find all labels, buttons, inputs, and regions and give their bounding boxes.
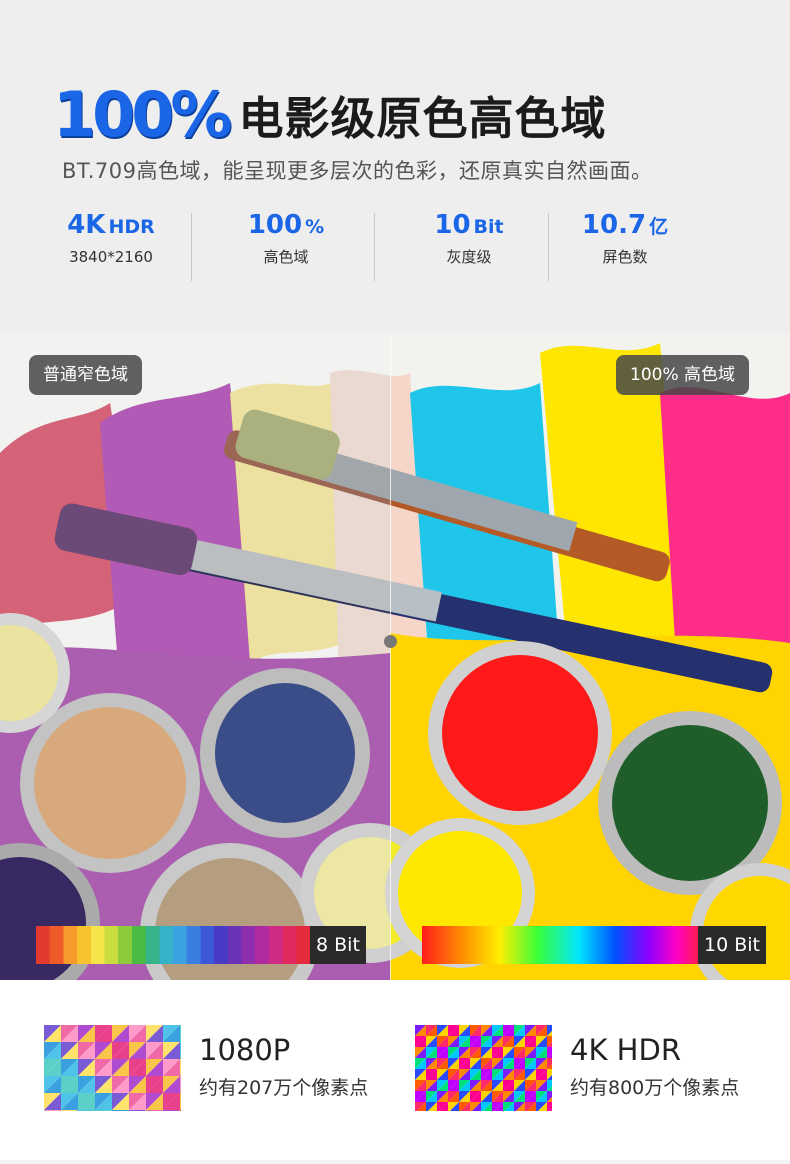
stat-divider (374, 213, 375, 281)
mosaic-1080p-icon (44, 1025, 181, 1111)
stat-value: 10 (434, 210, 471, 240)
stat-value: 10.7 (581, 210, 647, 240)
bitbar-label: 8 Bit (310, 926, 366, 964)
stat-divider (191, 213, 192, 281)
badge-narrow-gamut: 普通窄色域 (29, 355, 142, 395)
resolution-title: 4K HDR (570, 1033, 681, 1067)
headline-percent: 100% (53, 78, 233, 151)
gradient-10bit (422, 926, 698, 964)
stat-value: 4K (67, 210, 106, 240)
stat-bit-depth: 10 Bit 灰度级 (384, 205, 554, 269)
paint-illustration (0, 333, 790, 980)
bitbar-10bit: 10 Bit (422, 926, 766, 964)
spec-stats: 4K HDR 3840*2160 100% 高色域 10 Bit 灰度级 10.7 亿… (0, 205, 790, 281)
badge-wide-gamut: 100% 高色域 (616, 355, 750, 395)
stat-unit: Bit (473, 216, 504, 238)
mosaic-4k-icon (415, 1025, 552, 1111)
stat-label: 灰度级 (446, 248, 492, 266)
color-gamut-comparison: 普通窄色域 100% 高色域 8 Bit 10 Bit (0, 333, 790, 980)
stat-unit: % (305, 216, 325, 238)
stat-label: 屏色数 (602, 248, 648, 266)
resolution-title: 1080P (199, 1033, 291, 1067)
resolution-4k: 4K HDR 约有800万个像素点 (415, 1025, 775, 1115)
stat-label: 高色域 (263, 248, 309, 266)
comparison-divider[interactable] (390, 333, 391, 980)
hero-section: 100% 电影级原色高色域 BT.709高色域，能呈现更多层次的色彩，还原真实自然… (0, 0, 790, 333)
bottom-divider (0, 1160, 790, 1164)
gradient-8bit (36, 926, 310, 964)
comparison-handle[interactable] (384, 635, 397, 648)
headline: 100% 电影级原色高色域 (53, 78, 607, 151)
resolution-subtitle: 约有207万个像素点 (199, 1077, 369, 1099)
stat-unit: 亿 (649, 216, 669, 238)
stat-label: 3840*2160 (69, 248, 153, 266)
bitbar-8bit: 8 Bit (36, 926, 366, 964)
resolution-subtitle: 约有800万个像素点 (570, 1077, 740, 1099)
resolution-1080p: 1080P 约有207万个像素点 (44, 1025, 384, 1115)
stat-resolution: 4K HDR 3840*2160 (26, 205, 196, 269)
headline-title: 电影级原色高色域 (238, 92, 607, 145)
stat-unit: HDR (108, 216, 155, 238)
stat-color-count: 10.7 亿 屏色数 (540, 205, 710, 269)
stat-color-gamut: 100% 高色域 (201, 205, 371, 269)
bitbar-label: 10 Bit (698, 926, 766, 964)
stat-value: 100 (247, 210, 303, 240)
headline-subtitle: BT.709高色域，能呈现更多层次的色彩，还原真实自然画面。 (62, 159, 653, 183)
